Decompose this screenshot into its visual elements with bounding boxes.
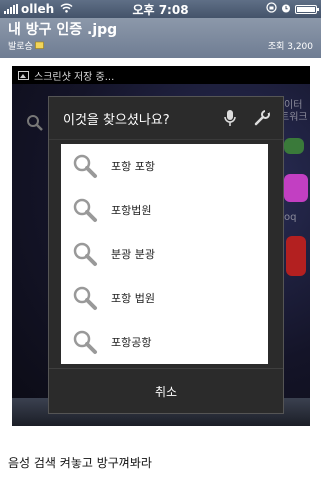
post-header: 내 방구 인증 .jpg 발로승 조회 3,200 [0, 18, 321, 58]
post-caption: 음성 검색 켜놓고 방구껴봐라 [8, 456, 152, 470]
search-icon [71, 284, 99, 312]
suggestion-text: 분광 분광 [111, 248, 155, 261]
background-app-label: 트워크 [280, 112, 308, 123]
view-count: 조회 3,200 [267, 42, 313, 52]
background-app-label: oq [284, 212, 297, 223]
suggestion-text: 포항 법원 [111, 292, 155, 305]
signal-icon [4, 4, 18, 14]
wifi-icon [60, 2, 73, 16]
android-status-bar: 스크린샷 저장 중... [12, 66, 310, 84]
wrench-icon[interactable] [251, 107, 273, 129]
search-icon [71, 196, 99, 224]
embedded-screenshot: 스크린샷 저장 중... 이터 트워크 oq 이것을 찾으셨나요? 포항 포항 [12, 66, 310, 426]
background-app-icon [286, 236, 306, 276]
rotation-lock-icon [266, 2, 277, 16]
photo-badge-icon [35, 40, 44, 54]
background-search-icon [26, 114, 44, 132]
suggestion-list: 포항 포항 포항법원 분광 분광 포항 법원 포항공항 [61, 144, 268, 364]
suggestion-item[interactable]: 포항법원 [61, 188, 268, 232]
post-title: 내 방구 인증 .jpg [8, 22, 118, 38]
screenshot-status-text: 스크린샷 저장 중... [34, 71, 115, 83]
voice-search-dialog: 이것을 찾으셨나요? 포항 포항 포항법원 분광 분광 포항 법원 포항공항 취… [48, 96, 284, 414]
dialog-title: 이것을 찾으셨나요? [63, 112, 170, 128]
suggestion-text: 포항법원 [111, 204, 152, 217]
suggestion-text: 포항 포항 [111, 160, 155, 173]
suggestion-item[interactable]: 포항공항 [61, 320, 268, 364]
image-icon [18, 70, 29, 80]
search-icon [71, 152, 99, 180]
suggestion-text: 포항공항 [111, 336, 152, 349]
suggestion-item[interactable]: 포항 법원 [61, 276, 268, 320]
microphone-icon[interactable] [219, 107, 241, 129]
carrier-label: olleh [21, 2, 55, 16]
status-bar: olleh 오후 7:08 [0, 0, 321, 18]
search-icon [71, 240, 99, 268]
cancel-button[interactable]: 취소 [49, 368, 283, 413]
background-app-icon [284, 174, 308, 202]
suggestion-item[interactable]: 분광 분광 [61, 232, 268, 276]
suggestion-item[interactable]: 포항 포항 [61, 144, 268, 188]
background-app-label: 이터 [284, 100, 303, 111]
post-author[interactable]: 발로승 [8, 40, 33, 54]
battery-icon [295, 4, 319, 14]
alarm-icon [281, 2, 291, 16]
search-icon [71, 328, 99, 356]
background-app-icon [284, 138, 304, 154]
